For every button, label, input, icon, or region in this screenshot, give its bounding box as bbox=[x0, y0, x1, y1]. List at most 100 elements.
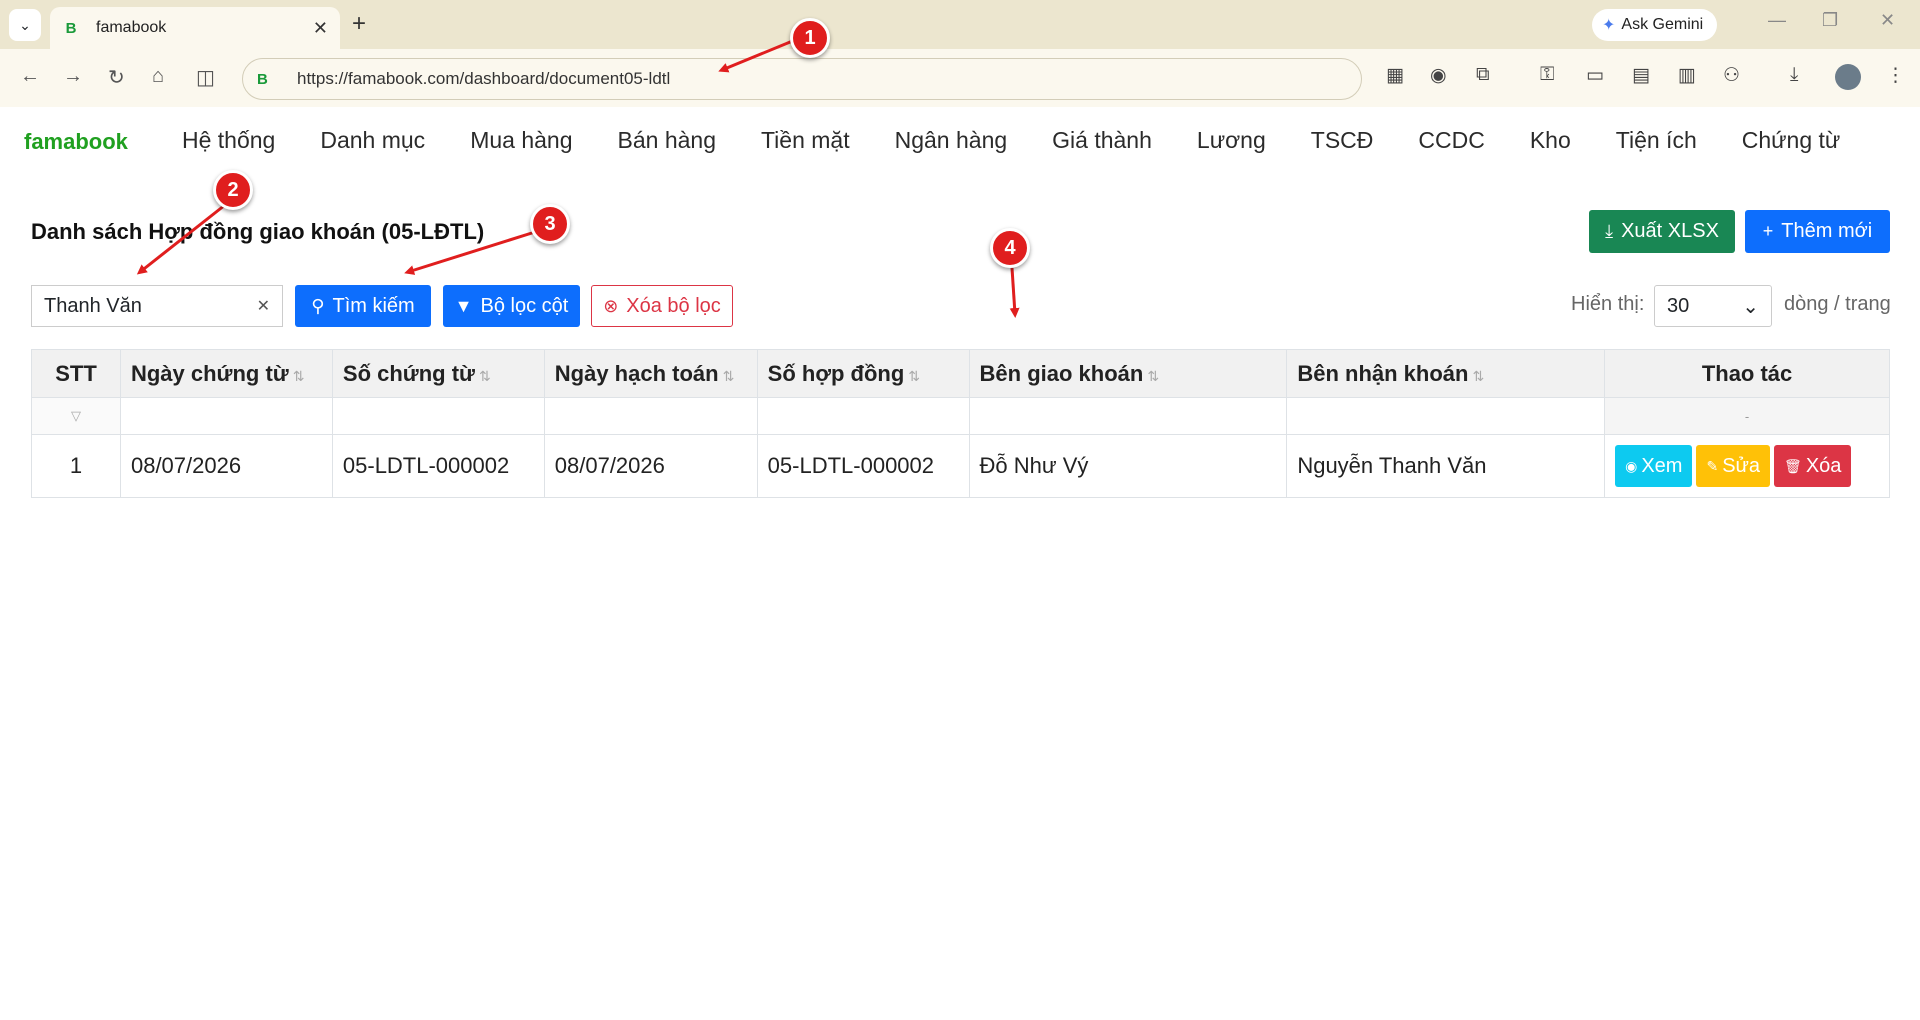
menu-item-tien-mat[interactable]: Tiền mặt bbox=[761, 127, 850, 154]
menu-item-gia-thanh[interactable]: Giá thành bbox=[1052, 127, 1152, 154]
screenshot-icon[interactable]: ◉ bbox=[1430, 64, 1447, 87]
profile-avatar[interactable] bbox=[1835, 64, 1861, 90]
tab-close-icon[interactable]: ✕ bbox=[313, 18, 328, 39]
menu-item-ccdc[interactable]: CCDC bbox=[1418, 127, 1484, 154]
sort-icon[interactable]: ⇅ bbox=[1472, 368, 1484, 384]
search-input[interactable]: Thanh Văn ✕ bbox=[31, 285, 283, 327]
minimize-icon[interactable]: — bbox=[1768, 10, 1786, 31]
sort-icon[interactable]: ⇅ bbox=[479, 368, 491, 384]
annotation-badge-3: 3 bbox=[530, 204, 570, 244]
search-button[interactable]: ⚲ Tìm kiếm bbox=[295, 285, 431, 327]
menu-item-ngan-hang[interactable]: Ngân hàng bbox=[895, 127, 1008, 154]
page-size-value: 30 bbox=[1667, 294, 1690, 317]
menu-item-he-thong[interactable]: Hệ thống bbox=[182, 127, 275, 154]
password-key-icon[interactable]: ⚿ bbox=[1540, 64, 1554, 86]
tab-title: famabook bbox=[96, 19, 167, 36]
browser-toolbar: ← → ↻ ⌂ ◫ B https://famabook.com/dashboa… bbox=[0, 49, 1920, 107]
reload-icon[interactable]: ↻ bbox=[108, 65, 125, 90]
extensions-icon[interactable]: ⧉ bbox=[1476, 64, 1490, 86]
forward-icon[interactable]: → bbox=[63, 65, 83, 88]
cell-ben-giao-khoan: Đỗ Như Vý bbox=[968, 434, 1288, 498]
menu-item-kho[interactable]: Kho bbox=[1530, 127, 1571, 154]
search-value: Thanh Văn bbox=[44, 294, 142, 317]
menu-item-chung-tu[interactable]: Chứng từ bbox=[1742, 127, 1841, 154]
filter-cell[interactable] bbox=[1286, 397, 1606, 435]
annotation-badge-2: 2 bbox=[213, 170, 253, 210]
export-xlsx-button[interactable]: ⤓ Xuất XLSX bbox=[1589, 210, 1735, 253]
restore-icon[interactable]: ❐ bbox=[1822, 10, 1838, 31]
col-header-ngay-chung-tu[interactable]: Ngày chứng từ ⇅ bbox=[119, 349, 333, 398]
ask-gemini-button[interactable]: ✦ Ask Gemini bbox=[1592, 9, 1718, 41]
add-label: Thêm mới bbox=[1781, 220, 1873, 242]
annotation-arrow-4 bbox=[1009, 267, 1020, 318]
search-icon: ⚲ bbox=[311, 295, 325, 316]
filter-funnel-icon[interactable]: ▽ bbox=[31, 397, 121, 435]
edit-button[interactable]: ✎ Sửa bbox=[1696, 445, 1771, 487]
new-tab-icon[interactable]: + bbox=[352, 10, 366, 38]
pencil-icon: ✎ bbox=[1706, 457, 1719, 474]
home-icon[interactable]: ⌂ bbox=[152, 65, 164, 88]
col-header-so-hop-dong[interactable]: Số hợp đồng ⇅ bbox=[756, 349, 970, 398]
menu-item-danh-muc[interactable]: Danh mục bbox=[320, 127, 425, 154]
tab-search-icon[interactable]: ⌄ bbox=[9, 9, 41, 41]
address-bar[interactable]: B https://famabook.com/dashboard/documen… bbox=[242, 58, 1362, 100]
annotation-badge-1: 1 bbox=[790, 18, 830, 58]
back-icon[interactable]: ← bbox=[20, 65, 40, 88]
column-filter-button[interactable]: ▼ Bộ lọc cột bbox=[443, 285, 580, 327]
qr-code-icon[interactable]: ▦ bbox=[1386, 64, 1404, 87]
col-header-thao-tac: Thao tác bbox=[1604, 349, 1890, 398]
filter-cell[interactable] bbox=[968, 397, 1288, 435]
chevron-down-icon: ⌄ bbox=[1742, 295, 1759, 318]
ask-gemini-label: Ask Gemini bbox=[1621, 16, 1704, 33]
col-header-so-chung-tu[interactable]: Số chứng từ ⇅ bbox=[331, 349, 545, 398]
filter-cell[interactable] bbox=[331, 397, 545, 435]
menu-item-mua-hang[interactable]: Mua hàng bbox=[470, 127, 572, 154]
menu-item-tien-ich[interactable]: Tiện ích bbox=[1616, 127, 1697, 154]
browser-tab[interactable]: B famabook ✕ bbox=[50, 7, 340, 49]
filter-cell[interactable] bbox=[543, 397, 758, 435]
delete-button[interactable]: 🗑 Xóa bbox=[1774, 445, 1852, 487]
download-icon[interactable]: ⤓ bbox=[1790, 64, 1798, 86]
edit-label: Sửa bbox=[1722, 454, 1761, 477]
main-menu: Hệ thống Danh mục Mua hàng Bán hàng Tiền… bbox=[182, 127, 1885, 154]
sidebar-icon[interactable]: ▥ bbox=[1678, 64, 1696, 87]
download-icon: ⤓ bbox=[1605, 221, 1614, 241]
site-info-icon[interactable]: B bbox=[257, 71, 277, 88]
more-menu-icon[interactable]: ⋮ bbox=[1886, 64, 1905, 87]
col-header-ngay-hach-toan[interactable]: Ngày hạch toán ⇅ bbox=[543, 349, 758, 398]
filter-cell[interactable] bbox=[756, 397, 970, 435]
clear-filter-button[interactable]: ⊗ Xóa bộ lọc bbox=[591, 285, 733, 327]
filter-cell[interactable] bbox=[119, 397, 333, 435]
reading-list-icon[interactable]: ▤ bbox=[1632, 64, 1650, 87]
col-header-label: Bên giao khoán bbox=[979, 360, 1144, 386]
browser-tabstrip: ⌄ B famabook ✕ + ✦ Ask Gemini — ❐ ✕ bbox=[0, 0, 1920, 49]
url-text[interactable]: https://famabook.com/dashboard/document0… bbox=[297, 69, 670, 89]
view-button[interactable]: ◉ Xem bbox=[1615, 445, 1693, 487]
clear-search-icon[interactable]: ✕ bbox=[257, 296, 270, 316]
sort-icon[interactable]: ⇅ bbox=[908, 368, 920, 384]
cell-so-hop-dong: 05-LDTL-000002 bbox=[756, 434, 970, 498]
table-filter-row: ▽ - bbox=[31, 397, 1890, 435]
page-size-select[interactable]: 30 ⌄ bbox=[1654, 285, 1772, 327]
sort-icon[interactable]: ⇅ bbox=[1147, 368, 1159, 384]
cell-actions: ◉ Xem ✎ Sửa 🗑 Xóa bbox=[1604, 434, 1890, 498]
brand-logo[interactable]: famabook bbox=[24, 129, 128, 155]
incognito-icon[interactable]: ⚇ bbox=[1723, 64, 1740, 87]
payment-card-icon[interactable]: ▭ bbox=[1586, 64, 1604, 87]
sort-icon[interactable]: ⇅ bbox=[293, 368, 305, 384]
col-header-ben-giao-khoan[interactable]: Bên giao khoán ⇅ bbox=[968, 349, 1288, 398]
reading-view-icon[interactable]: ◫ bbox=[196, 65, 215, 90]
add-new-button[interactable]: + Thêm mới bbox=[1745, 210, 1890, 253]
page-size-unit: dòng / trang bbox=[1784, 293, 1891, 315]
menu-item-ban-hang[interactable]: Bán hàng bbox=[618, 127, 716, 154]
table-header-row: STT Ngày chứng từ ⇅ Số chứng từ ⇅ Ngày hạc… bbox=[31, 349, 1890, 398]
window-close-icon[interactable]: ✕ bbox=[1880, 10, 1895, 31]
clear-filter-label: Xóa bộ lọc bbox=[626, 294, 721, 317]
cell-stt: 1 bbox=[31, 434, 121, 498]
gemini-icon: ✦ bbox=[1602, 17, 1616, 34]
menu-item-tscd[interactable]: TSCĐ bbox=[1311, 127, 1374, 154]
sort-icon[interactable]: ⇅ bbox=[723, 368, 735, 384]
col-header-ben-nhan-khoan[interactable]: Bên nhận khoán ⇅ bbox=[1286, 349, 1606, 398]
cell-ngay-chung-tu: 08/07/2026 bbox=[119, 434, 333, 498]
menu-item-luong[interactable]: Lương bbox=[1197, 127, 1266, 154]
